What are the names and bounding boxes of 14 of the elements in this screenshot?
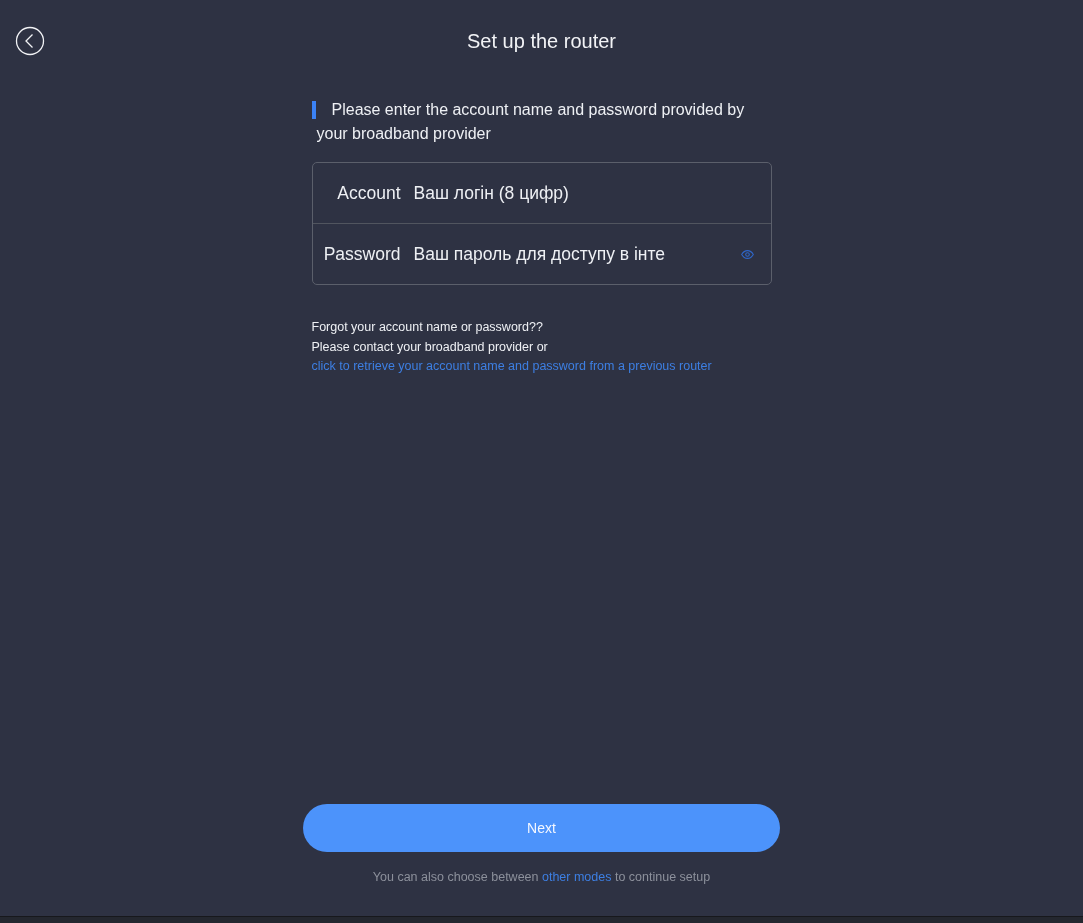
field-label: Password — [322, 243, 401, 265]
account-field[interactable]: Ваш логін (8 цифр) — [413, 181, 754, 205]
help-text: Please contact your broadband provider or click to retrieve your account name and password from a previous router — [311, 338, 713, 375]
field-label: Account — [336, 182, 401, 204]
back-button[interactable] — [15, 26, 45, 56]
retrieve-account-link[interactable]: click to retrieve your account name and password from a previous router — [311, 359, 712, 373]
next-button[interactable]: Next — [303, 804, 780, 852]
footer-text: You can also choose between other modes to continue setup — [372, 869, 711, 886]
help-question: Forgot your account name or password?? — [311, 319, 544, 336]
password-field[interactable]: Ваш пароль для доступу в інте — [413, 242, 741, 266]
instruction-text: Please enter the account name and password provided by your broadband provider — [316, 100, 746, 144]
accent-bar — [311, 101, 316, 119]
page-title: Set up the router — [466, 29, 617, 54]
other-modes-link[interactable]: other modes — [541, 870, 612, 884]
